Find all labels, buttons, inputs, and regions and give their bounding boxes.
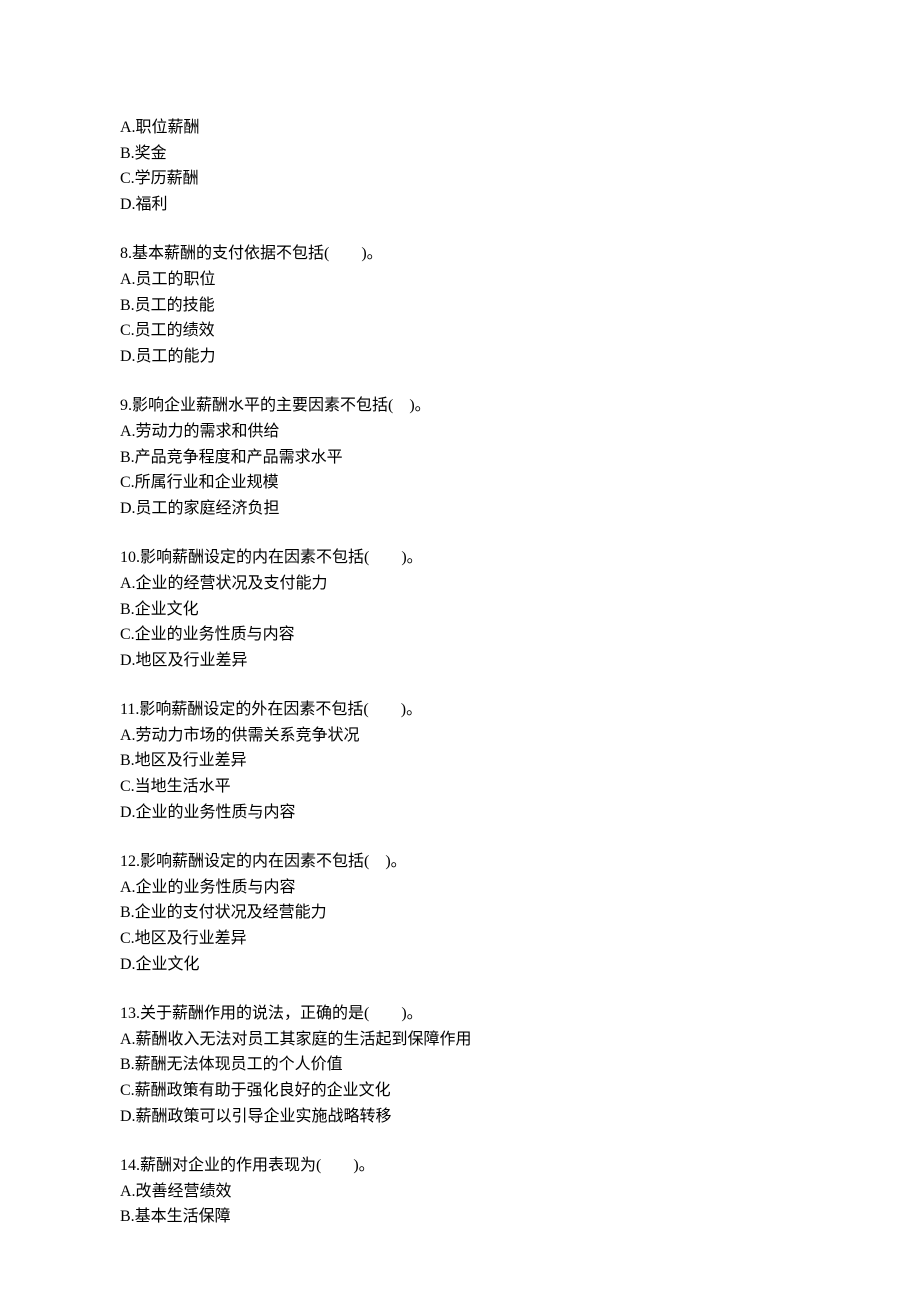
q10-option-d: D.地区及行业差异 <box>120 648 800 674</box>
q10-option-b: B.企业文化 <box>120 597 800 623</box>
q8-option-b: B.员工的技能 <box>120 293 800 319</box>
q12-option-b: B.企业的支付状况及经营能力 <box>120 900 800 926</box>
q11-stem: 11.影响薪酬设定的外在因素不包括( )。 <box>120 697 800 723</box>
q13-stem: 13.关于薪酬作用的说法，正确的是( )。 <box>120 1001 800 1027</box>
question-11: 11.影响薪酬设定的外在因素不包括( )。 A.劳动力市场的供需关系竞争状况 B… <box>120 697 800 825</box>
q8-option-d: D.员工的能力 <box>120 344 800 370</box>
question-7-options: A.职位薪酬 B.奖金 C.学历薪酬 D.福利 <box>120 115 800 217</box>
question-9: 9.影响企业薪酬水平的主要因素不包括( )。 A.劳动力的需求和供给 B.产品竞… <box>120 393 800 521</box>
q10-stem: 10.影响薪酬设定的内在因素不包括( )。 <box>120 545 800 571</box>
q14-option-a: A.改善经营绩效 <box>120 1179 800 1205</box>
q13-option-b: B.薪酬无法体现员工的个人价值 <box>120 1052 800 1078</box>
question-13: 13.关于薪酬作用的说法，正确的是( )。 A.薪酬收入无法对员工其家庭的生活起… <box>120 1001 800 1129</box>
q7-option-a: A.职位薪酬 <box>120 115 800 141</box>
q11-option-c: C.当地生活水平 <box>120 774 800 800</box>
q11-option-b: B.地区及行业差异 <box>120 748 800 774</box>
q8-stem: 8.基本薪酬的支付依据不包括( )。 <box>120 241 800 267</box>
q10-option-a: A.企业的经营状况及支付能力 <box>120 571 800 597</box>
q13-option-c: C.薪酬政策有助于强化良好的企业文化 <box>120 1078 800 1104</box>
document-page: A.职位薪酬 B.奖金 C.学历薪酬 D.福利 8.基本薪酬的支付依据不包括( … <box>0 0 920 1314</box>
q9-option-b: B.产品竞争程度和产品需求水平 <box>120 445 800 471</box>
q11-option-a: A.劳动力市场的供需关系竞争状况 <box>120 723 800 749</box>
q14-stem: 14.薪酬对企业的作用表现为( )。 <box>120 1153 800 1179</box>
q14-option-b: B.基本生活保障 <box>120 1204 800 1230</box>
q7-option-d: D.福利 <box>120 192 800 218</box>
q13-option-d: D.薪酬政策可以引导企业实施战略转移 <box>120 1104 800 1130</box>
q7-option-b: B.奖金 <box>120 141 800 167</box>
q12-option-a: A.企业的业务性质与内容 <box>120 875 800 901</box>
q12-stem: 12.影响薪酬设定的内在因素不包括( )。 <box>120 849 800 875</box>
q12-option-c: C.地区及行业差异 <box>120 926 800 952</box>
q9-option-c: C.所属行业和企业规模 <box>120 470 800 496</box>
q11-option-d: D.企业的业务性质与内容 <box>120 800 800 826</box>
q9-option-d: D.员工的家庭经济负担 <box>120 496 800 522</box>
question-12: 12.影响薪酬设定的内在因素不包括( )。 A.企业的业务性质与内容 B.企业的… <box>120 849 800 977</box>
q12-option-d: D.企业文化 <box>120 952 800 978</box>
q8-option-a: A.员工的职位 <box>120 267 800 293</box>
q9-stem: 9.影响企业薪酬水平的主要因素不包括( )。 <box>120 393 800 419</box>
q8-option-c: C.员工的绩效 <box>120 318 800 344</box>
q7-option-c: C.学历薪酬 <box>120 166 800 192</box>
q10-option-c: C.企业的业务性质与内容 <box>120 622 800 648</box>
q9-option-a: A.劳动力的需求和供给 <box>120 419 800 445</box>
question-8: 8.基本薪酬的支付依据不包括( )。 A.员工的职位 B.员工的技能 C.员工的… <box>120 241 800 369</box>
question-10: 10.影响薪酬设定的内在因素不包括( )。 A.企业的经营状况及支付能力 B.企… <box>120 545 800 673</box>
question-14: 14.薪酬对企业的作用表现为( )。 A.改善经营绩效 B.基本生活保障 <box>120 1153 800 1230</box>
q13-option-a: A.薪酬收入无法对员工其家庭的生活起到保障作用 <box>120 1027 800 1053</box>
